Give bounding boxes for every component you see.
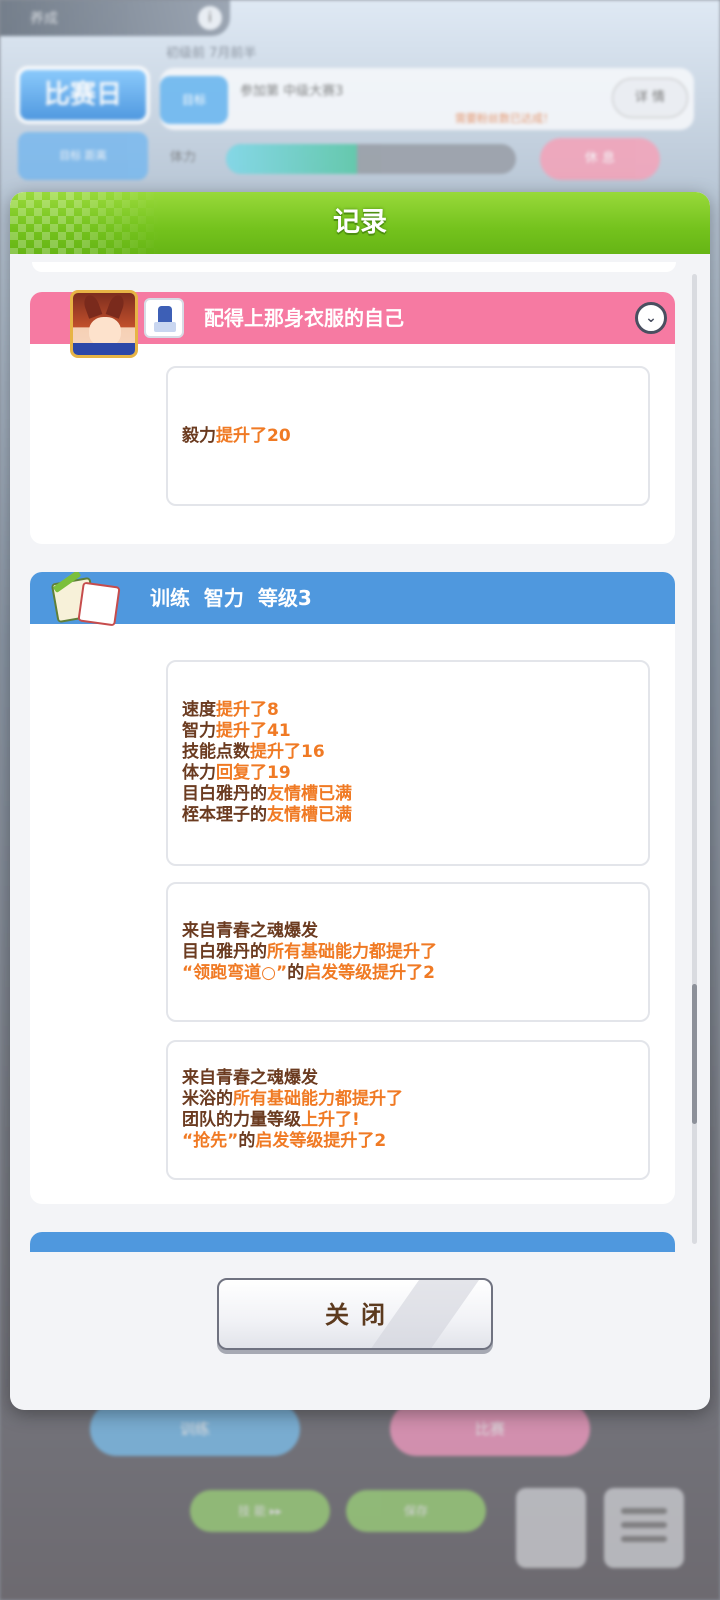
log-highlight-text: 提升了16: [250, 742, 325, 762]
log-text: 智力: [182, 721, 216, 741]
goal-tag: 目标: [160, 76, 228, 124]
log-highlight-text: 友情槽已满: [267, 805, 352, 825]
log-line: 团队的力量等级上升了!: [182, 1110, 634, 1131]
log-line: 桎本理子的友情槽已满: [182, 805, 634, 826]
close-button-label: 关闭: [325, 1301, 397, 1329]
log-text: 目白雅丹的: [182, 941, 267, 962]
top-bar-label: 养成: [30, 11, 58, 27]
log-highlight-text: 上升了!: [301, 1110, 360, 1130]
race-button: 比赛: [390, 1402, 590, 1456]
goal-badge: 目标 距离: [18, 132, 148, 180]
goal-note: 需要粉丝数已达成！: [455, 112, 554, 125]
log-line: 智力提升了41: [182, 721, 634, 742]
outfit-icon: [144, 298, 184, 338]
log-line: 目白雅丹的所有基础能力都提升了: [182, 942, 634, 963]
chevron-down-icon[interactable]: ⌄: [635, 302, 667, 334]
top-bar: 养成: [0, 0, 230, 36]
log-highlight-text: 启发等级提升了2: [255, 1131, 387, 1151]
next-card-header: [30, 1232, 675, 1252]
log-scroll-area[interactable]: 配得上那身衣服的自己 ⌄ 毅力提升了20 训练 智力 等级3 速度提升了8 智力提…: [28, 262, 680, 1252]
log-text: 桎本理子的: [182, 805, 267, 825]
energy-bar: [226, 144, 516, 174]
log-highlight-text: “领跑弯道○”: [182, 962, 288, 983]
log-text: 目白雅丹的: [182, 784, 267, 804]
log-entry: 来自青春之魂爆发 米浴的所有基础能力都提升了 团队的力量等级上升了! “抢先”的启发等…: [166, 1040, 650, 1180]
log-highlight-text: 启发等级提升了2: [304, 962, 436, 983]
log-highlight-text: 回复了19: [216, 763, 291, 783]
training-title: 训练 智力 等级3: [150, 586, 312, 610]
log-line: 体力回复了19: [182, 763, 634, 784]
log-text: 来自青春之魂爆发: [182, 1068, 318, 1088]
scrollbar[interactable]: [692, 274, 697, 1244]
menu-icon: [604, 1488, 684, 1568]
skill-button: 技 能 ▸▸: [190, 1490, 330, 1532]
log-text: 毅力: [182, 425, 216, 446]
close-button[interactable]: 关闭: [217, 1278, 493, 1350]
goal-text: 参加第 中级大赛3: [240, 84, 344, 99]
race-day-badge: 比赛日: [16, 66, 150, 124]
energy-fill: [226, 144, 357, 174]
log-highlight-text: 提升了8: [216, 700, 279, 720]
log-line: 米浴的所有基础能力都提升了: [182, 1089, 634, 1110]
log-card-training: 训练 智力 等级3 速度提升了8 智力提升了41 技能点数提升了16 体力回复了19 目…: [30, 572, 675, 1204]
log-entry: 毅力提升了20: [166, 366, 650, 506]
log-text: 团队的力量等级: [182, 1110, 301, 1130]
log-highlight-text: 提升了20: [216, 425, 291, 446]
log-text: 速度: [182, 700, 216, 720]
log-highlight-text: 所有基础能力都提升了: [233, 1089, 403, 1109]
log-highlight-text: 友情槽已满: [267, 784, 352, 804]
log-dialog: 记录 配得上那身衣服的自己 ⌄ 毅力提升了20 训练 智力 等级3 速度提升了8: [10, 192, 710, 1410]
log-text: 的: [238, 1131, 256, 1151]
training-card-header: 训练 智力 等级3: [30, 572, 675, 627]
log-text: 米浴的: [182, 1089, 233, 1109]
log-line: 来自青春之魂爆发: [182, 1068, 634, 1089]
item-icon: [516, 1488, 586, 1568]
previous-card-tail: [32, 262, 676, 272]
log-line: 技能点数提升了16: [182, 742, 634, 763]
training-button: 训练: [90, 1402, 300, 1456]
event-title: 配得上那身衣服的自己: [204, 306, 404, 330]
memo-icon: [50, 572, 122, 627]
rest-button: 休 息: [540, 138, 660, 180]
log-highlight-text: 提升了41: [216, 721, 291, 741]
log-text: 的: [287, 962, 305, 983]
energy-label: 体力: [170, 150, 197, 165]
log-highlight-text: “抢先”: [182, 1131, 239, 1151]
dialog-header: 记录: [10, 192, 710, 254]
log-entry: 来自青春之魂爆发 目白雅丹的所有基础能力都提升了 “领跑弯道○”的启发等级提升了2: [166, 882, 650, 1022]
log-line: “领跑弯道○”的启发等级提升了2: [182, 963, 634, 984]
date-label: 初级前 7月前半: [166, 46, 257, 61]
log-line: 速度提升了8: [182, 700, 634, 721]
log-text: 技能点数: [182, 742, 250, 762]
dialog-title: 记录: [333, 207, 387, 238]
log-text: 体力: [182, 763, 216, 783]
detail-button: 详 情: [612, 78, 688, 118]
log-entry: 速度提升了8 智力提升了41 技能点数提升了16 体力回复了19 目白雅丹的友情槽已满桎…: [166, 660, 650, 866]
log-text: 来自青春之魂爆发: [182, 920, 318, 941]
log-line: 毅力提升了20: [182, 426, 634, 447]
log-highlight-text: 所有基础能力都提升了: [267, 941, 437, 962]
log-line: 目白雅丹的友情槽已满: [182, 784, 634, 805]
log-line: “抢先”的启发等级提升了2: [182, 1131, 634, 1152]
save-button: 保存: [346, 1490, 486, 1532]
character-avatar: [70, 290, 138, 358]
scrollbar-thumb[interactable]: [692, 984, 697, 1124]
log-card-next: [30, 1232, 675, 1252]
log-line: 来自青春之魂爆发: [182, 921, 634, 942]
info-icon: i: [198, 6, 222, 30]
